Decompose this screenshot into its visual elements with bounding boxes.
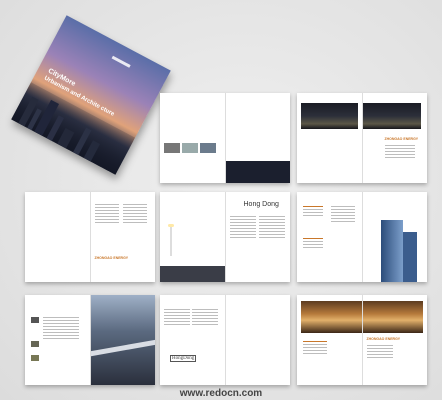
spread-1-title-line2: Urbanism and Archite cture <box>228 149 281 154</box>
spread-4-right-page: Hong Dong <box>224 192 290 282</box>
spread-7-heading: NEW CONCEPT LUXURY ARCHITECTURE DESIGN <box>228 319 261 339</box>
spread-1-title-line1: CityMore <box>228 142 250 148</box>
spread-7-right-page: NEW CONCEPT LUXURY ARCHITECTURE DESIGN <box>224 295 290 385</box>
brochure-cover: CityMore Urbanism and Archite cture <box>11 15 171 175</box>
watermark: www.redocn.com <box>179 388 263 399</box>
spread-4-heading: Hong Dong <box>243 201 279 208</box>
spread-1-thumb <box>164 143 180 153</box>
spread-2: ZHONGAO ENERGY <box>297 93 427 183</box>
spread-4-left-page <box>160 192 225 282</box>
spread-4: Hong Dong <box>160 192 290 282</box>
spread-5 <box>297 192 427 282</box>
spread-3: ZHONGAO ENERGY <box>25 192 155 282</box>
spread-8-left-page <box>297 295 362 385</box>
spread-2-right-page: ZHONGAO ENERGY <box>361 93 427 183</box>
spread-8-heading: ZHONGAO ENERGY <box>366 337 401 341</box>
cover-logo-mark <box>111 55 131 68</box>
spread-3-right-page: ZHONGAO ENERGY <box>89 192 155 282</box>
spread-3-heading: ZHONGAO ENERGY <box>94 256 129 260</box>
spread-1-thumb <box>182 143 198 153</box>
spread-5-right-page <box>361 192 427 282</box>
showcase-background: CityMore Urbanism and Archite cture City… <box>0 0 442 400</box>
spread-7: HongDong NEW CONCEPT LUXURY ARCHITECTURE… <box>160 295 290 385</box>
spread-1-left-page <box>160 93 225 183</box>
spread-3-left-page <box>25 192 90 282</box>
spread-6 <box>25 295 155 385</box>
spread-2-left-page <box>297 93 362 183</box>
spread-7-left-page: HongDong <box>160 295 225 385</box>
spread-6-left-page <box>25 295 90 385</box>
spread-1-right-page: CityMore Urbanism and Archite cture <box>224 93 290 183</box>
spread-2-heading: ZHONGAO ENERGY <box>384 137 419 141</box>
spread-1-thumb <box>200 143 216 153</box>
spread-7-sign: HongDong <box>170 355 197 362</box>
spread-8-right-page: ZHONGAO ENERGY <box>361 295 427 385</box>
spread-6-right-page <box>89 295 155 385</box>
spread-5-left-page <box>297 192 362 282</box>
spread-1: CityMore Urbanism and Archite cture <box>160 93 290 183</box>
spread-8: ZHONGAO ENERGY <box>297 295 427 385</box>
